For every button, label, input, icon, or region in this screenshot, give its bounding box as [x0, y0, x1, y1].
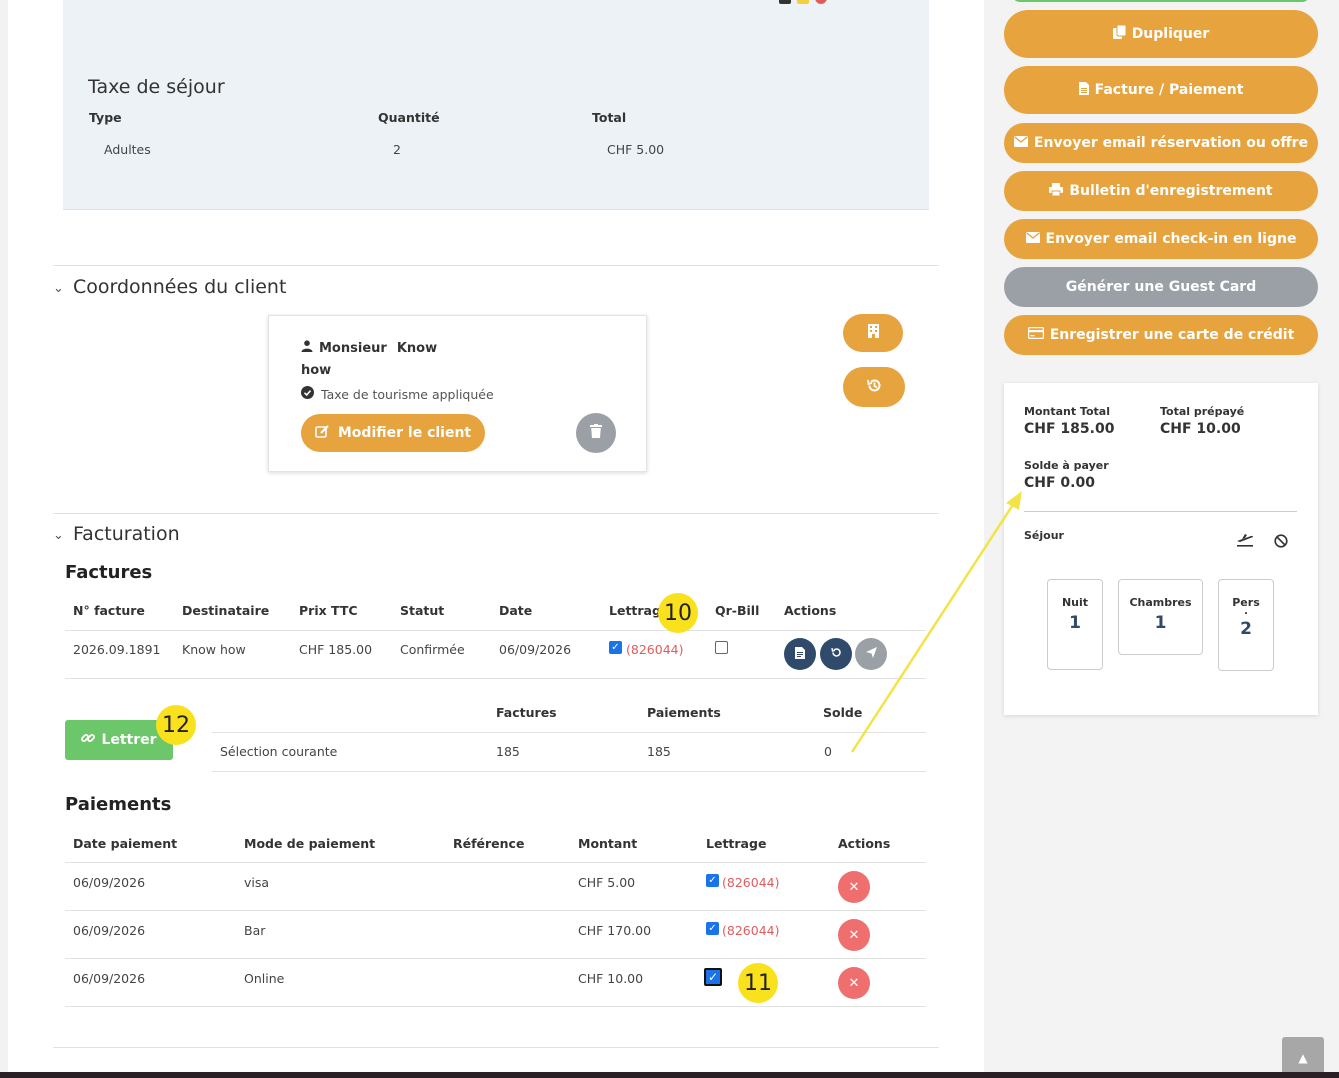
bottom-taskbar — [0, 1072, 1339, 1078]
annotation-arrow — [850, 491, 1022, 753]
caret-up-icon: ▲ — [1298, 1050, 1308, 1065]
